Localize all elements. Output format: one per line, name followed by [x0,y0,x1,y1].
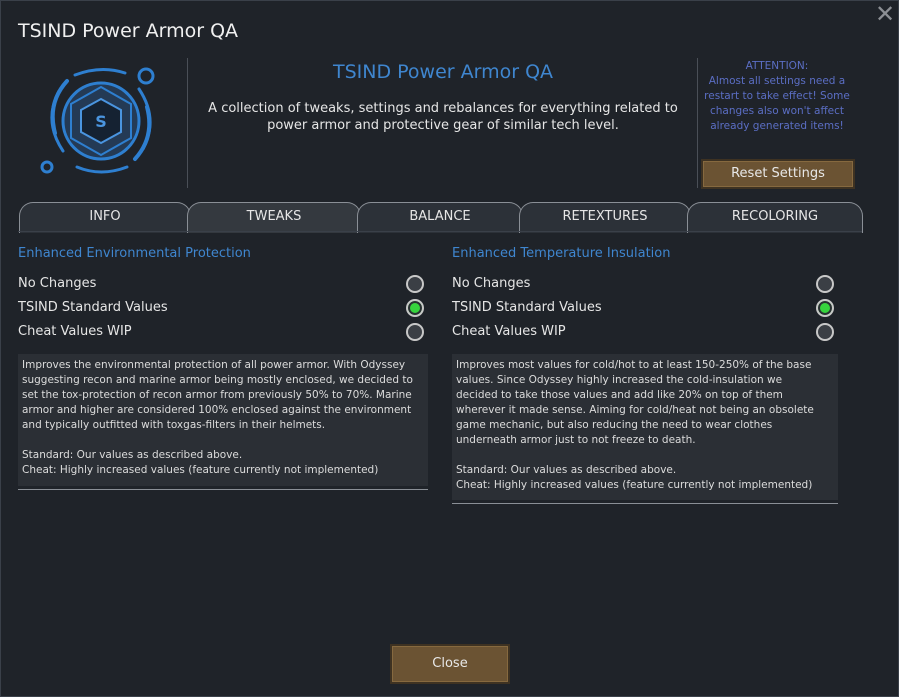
radio-env-standard[interactable] [406,299,424,317]
option-label: TSIND Standard Values [18,300,168,315]
tsind-logo-icon: S [40,67,155,174]
close-icon[interactable]: ✕ [874,2,896,26]
tab-balance[interactable]: BALANCE [357,202,523,233]
option-label: TSIND Standard Values [452,300,602,315]
radio-env-cheat[interactable] [406,323,424,341]
section-divider [18,489,428,490]
tab-info[interactable]: INFO [19,202,191,233]
attention-text: Almost all settings need a restart to ta… [704,75,850,132]
tab-retextures[interactable]: RETEXTURES [519,202,691,233]
section-title-temperature: Enhanced Temperature Insulation [452,246,671,261]
header-divider-left [187,58,188,188]
radio-temp-cheat[interactable] [816,323,834,341]
option-label: Cheat Values WIP [18,324,132,339]
description-environmental: Improves the environmental protection of… [18,354,428,486]
close-button[interactable]: Close [390,644,510,684]
attention-notice: ATTENTION: Almost all settings need a re… [699,59,855,134]
mod-description: A collection of tweaks, settings and reb… [208,101,678,133]
logo-letter: S [95,112,107,131]
tab-tweaks[interactable]: TWEAKS [187,202,361,233]
mod-title: TSIND Power Armor QA [332,61,554,83]
section-divider [452,503,838,504]
option-label: Cheat Values WIP [452,324,566,339]
mod-settings-window: TSIND Power Armor QA ✕ S TSIND Power Arm… [0,0,899,697]
section-title-environmental: Enhanced Environmental Protection [18,246,251,261]
radio-temp-no-changes[interactable] [816,275,834,293]
description-temperature: Improves most values for cold/hot to at … [452,354,838,500]
radio-env-no-changes[interactable] [406,275,424,293]
option-label: No Changes [452,276,531,291]
reset-settings-button[interactable]: Reset Settings [701,159,855,189]
tab-baseline [18,231,862,232]
attention-title: ATTENTION: [745,60,809,72]
header-divider-right [697,58,698,188]
option-label: No Changes [18,276,97,291]
window-title: TSIND Power Armor QA [18,20,239,42]
tab-recoloring[interactable]: RECOLORING [687,202,863,233]
radio-temp-standard[interactable] [816,299,834,317]
